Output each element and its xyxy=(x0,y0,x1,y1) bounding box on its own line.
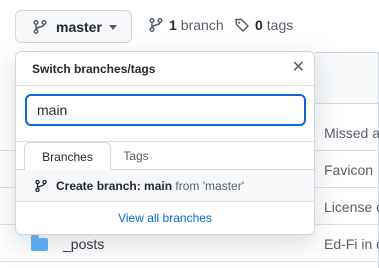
tab-branches[interactable]: Branches xyxy=(24,142,111,171)
branches-count: 1 xyxy=(169,17,177,33)
tags-link[interactable]: 0 tags xyxy=(234,17,293,33)
view-all-branches-link[interactable]: View all branches xyxy=(16,211,314,225)
branch-tag-tabs: Branches Tags xyxy=(16,142,314,171)
commit-message[interactable]: License c xyxy=(324,199,379,215)
dropdown-header: Switch branches/tags ✕ xyxy=(16,52,314,86)
create-branch-item[interactable]: Create branch: main from 'master' xyxy=(16,170,314,202)
create-branch-prefix: Create branch: xyxy=(56,178,141,193)
close-icon[interactable]: ✕ xyxy=(292,60,305,76)
branches-label: branch xyxy=(180,17,224,33)
commit-message[interactable]: Favicon xyxy=(324,162,373,178)
folder-icon xyxy=(31,235,48,251)
dropdown-title: Switch branches/tags xyxy=(32,62,156,76)
branch-selector-button[interactable]: master xyxy=(15,10,132,43)
create-branch-name: main xyxy=(144,178,173,193)
current-branch-label: master xyxy=(56,18,102,35)
tags-label: tags xyxy=(266,17,294,33)
file-list-header xyxy=(315,52,379,104)
commit-message[interactable]: Ed-Fi in c xyxy=(324,236,379,252)
file-name-posts[interactable]: _posts xyxy=(63,236,104,252)
tag-icon xyxy=(235,18,249,32)
commit-message[interactable]: Missed a xyxy=(324,125,379,141)
create-branch-text: Create branch: main from 'master' xyxy=(56,179,244,193)
branch-switch-dropdown: Switch branches/tags ✕ Branches Tags Cre… xyxy=(15,51,315,235)
branch-icon xyxy=(149,17,163,33)
tab-tags[interactable]: Tags xyxy=(120,142,152,171)
chevron-down-icon xyxy=(109,25,117,30)
tags-count: 0 xyxy=(255,17,263,33)
branches-link[interactable]: 1 branch xyxy=(148,17,224,33)
branch-filter-input[interactable] xyxy=(25,94,306,126)
create-branch-source: from 'master' xyxy=(175,178,244,193)
filter-section xyxy=(16,86,314,142)
branch-icon xyxy=(35,179,47,192)
branch-icon xyxy=(33,19,47,34)
